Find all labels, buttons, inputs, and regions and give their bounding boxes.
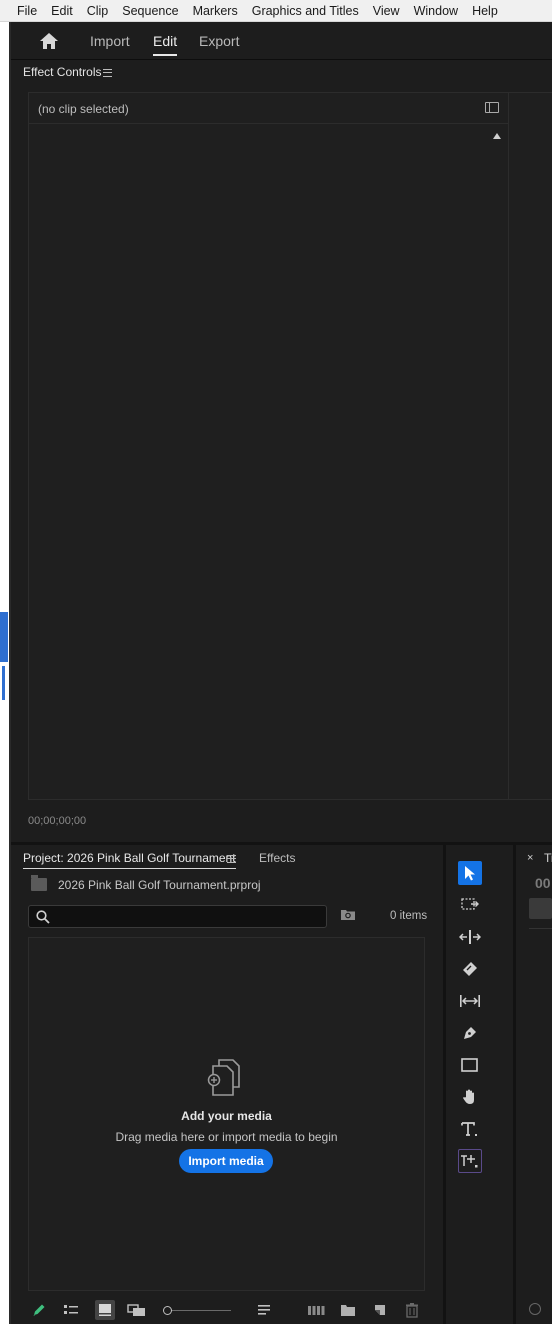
tab-effects[interactable]: Effects — [259, 851, 295, 865]
empty-state-title: Add your media — [181, 1109, 272, 1123]
ripple-edit-icon — [459, 930, 481, 944]
media-drop-zone[interactable]: Add your media Drag media here or import… — [28, 937, 425, 1291]
menu-help[interactable]: Help — [458, 4, 498, 18]
timeline-tab[interactable]: Ti — [544, 851, 552, 865]
captions-icon — [461, 1155, 478, 1168]
selection-arrow-icon — [465, 866, 475, 881]
timeline-timecode[interactable]: 00 — [535, 875, 551, 891]
menu-clip[interactable]: Clip — [73, 4, 109, 18]
razor-icon — [463, 962, 477, 976]
project-bottom-toolbar — [11, 1299, 443, 1324]
new-bin-icon[interactable] — [340, 1302, 356, 1318]
zoom-slider-handle[interactable] — [163, 1306, 172, 1315]
selection-tool[interactable] — [458, 861, 482, 885]
timeline-zoom-handle[interactable] — [529, 1303, 541, 1315]
background-accent-line — [2, 666, 5, 700]
timeline-panel: × Ti 00 — [516, 845, 552, 1324]
new-item-icon[interactable] — [372, 1302, 388, 1318]
effect-controls-panel: Effect Controls (no clip selected) 00;00… — [11, 60, 552, 842]
list-view-icon[interactable] — [63, 1302, 79, 1318]
icon-view-icon[interactable] — [95, 1300, 115, 1320]
timeline-divider — [529, 928, 552, 929]
menu-graphics-and-titles[interactable]: Graphics and Titles — [238, 4, 359, 18]
automate-to-sequence-icon[interactable] — [307, 1302, 325, 1318]
menu-bar: File Edit Clip Sequence Markers Graphics… — [0, 0, 552, 22]
sort-icons-icon[interactable] — [256, 1302, 272, 1318]
clip-status: (no clip selected) — [38, 102, 129, 116]
hand-icon — [463, 1089, 474, 1104]
project-file-name: 2026 Pink Ball Golf Tournament.prproj — [58, 878, 261, 892]
import-media-button[interactable]: Import media — [179, 1149, 273, 1173]
rectangle-tool[interactable] — [458, 1053, 482, 1077]
menu-file[interactable]: File — [0, 4, 37, 18]
menu-view[interactable]: View — [359, 4, 400, 18]
razor-tool[interactable] — [458, 957, 482, 981]
hand-tool[interactable] — [458, 1085, 482, 1109]
search-input[interactable] — [28, 905, 327, 928]
panel-menu-icon[interactable] — [103, 69, 112, 77]
ripple-edit-tool[interactable] — [458, 925, 482, 949]
freeform-view-icon[interactable] — [127, 1302, 147, 1318]
track-select-tool[interactable] — [458, 893, 482, 917]
captions-tool[interactable] — [458, 1149, 482, 1173]
pencil-icon[interactable] — [31, 1302, 47, 1318]
effect-controls-timeline-area — [509, 92, 552, 800]
find-bin-icon[interactable] — [341, 909, 355, 920]
menu-window[interactable]: Window — [400, 4, 458, 18]
timecode-display[interactable]: 00;00;00;00 — [28, 815, 86, 827]
workspace-header: Import Edit Export — [11, 22, 552, 60]
snap-toggle-button[interactable] — [529, 898, 552, 919]
background-accent-bar — [0, 612, 8, 662]
effect-controls-title[interactable]: Effect Controls — [23, 65, 101, 79]
menu-edit[interactable]: Edit — [37, 4, 73, 18]
scroll-up-icon[interactable] — [493, 133, 501, 139]
trash-icon[interactable] — [404, 1302, 420, 1318]
toggle-timeline-view-icon[interactable] — [485, 102, 499, 113]
rectangle-icon — [461, 1058, 478, 1072]
home-icon[interactable] — [39, 31, 59, 51]
tab-export[interactable]: Export — [199, 33, 239, 49]
type-text-icon — [461, 1122, 477, 1136]
slip-icon — [460, 995, 480, 1007]
add-media-icon — [207, 1059, 240, 1096]
close-timeline-icon[interactable]: × — [527, 852, 533, 864]
tab-project[interactable]: Project: 2026 Pink Ball Golf Tournament — [23, 851, 236, 865]
items-count: 0 items — [390, 910, 428, 922]
project-panel: Project: 2026 Pink Ball Golf Tournament … — [11, 845, 443, 1324]
project-panel-menu-icon[interactable] — [227, 855, 236, 863]
project-bin-icon — [31, 875, 47, 891]
tab-edit[interactable]: Edit — [153, 33, 178, 56]
background-window-edge — [0, 22, 11, 1324]
active-tab-underline — [23, 868, 236, 869]
pen-tool[interactable] — [458, 1021, 482, 1045]
menu-markers[interactable]: Markers — [179, 4, 238, 18]
effect-controls-header-row: (no clip selected) — [29, 93, 508, 124]
track-select-icon — [461, 898, 479, 910]
empty-state-subtitle: Drag media here or import media to begin — [115, 1130, 338, 1144]
slip-tool[interactable] — [458, 989, 482, 1013]
search-icon — [36, 910, 50, 924]
tab-import[interactable]: Import — [90, 33, 130, 49]
pen-icon — [464, 1027, 476, 1039]
effect-controls-content: (no clip selected) — [28, 92, 509, 800]
menu-sequence[interactable]: Sequence — [108, 4, 178, 18]
tools-panel — [446, 845, 513, 1324]
type-tool[interactable] — [458, 1117, 482, 1141]
zoom-slider-track[interactable] — [163, 1310, 231, 1311]
